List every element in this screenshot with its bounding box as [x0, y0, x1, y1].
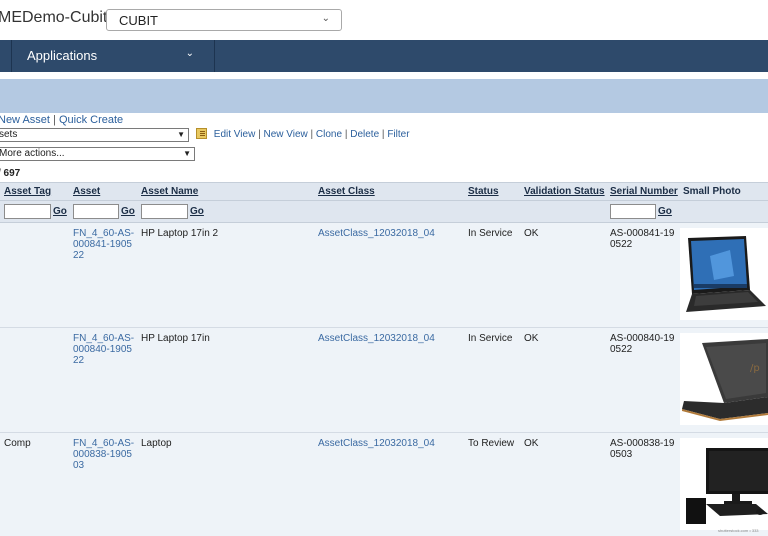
record-count: / 697 — [0, 168, 21, 179]
asset-go-button[interactable]: Go — [121, 206, 135, 217]
col-validation-status[interactable]: Validation Status — [524, 186, 605, 197]
applications-label: Applications — [27, 48, 98, 63]
desktop-computer-photo — [680, 438, 768, 530]
serial-number-cell: AS-000840-190522 — [610, 333, 675, 355]
view-links: Edit View | New View | Clone | Delete | … — [196, 128, 410, 140]
asset-class-link[interactable]: AssetClass_12032018_04 — [318, 333, 435, 344]
asset-name-go-button[interactable]: Go — [190, 206, 204, 217]
filter-link[interactable]: Filter — [387, 129, 409, 140]
asset-name-cell: HP Laptop 17in 2 — [141, 228, 219, 239]
serial-number-cell: AS-000838-190503 — [610, 438, 675, 460]
validation-status-cell: OK — [524, 228, 539, 239]
top-bar: MEDemo-Cubit CUBIT ⌄ — [0, 0, 768, 40]
filter-row: Go Go Go Go — [0, 201, 768, 223]
serial-number-go-button[interactable]: Go — [658, 206, 672, 217]
validation-status-cell: OK — [524, 438, 539, 449]
table-row[interactable]: Comp FN_4_60-AS-000838-190503 Laptop Ass… — [0, 433, 768, 536]
view-select[interactable]: sets ▼ — [0, 128, 189, 142]
status-cell: To Review — [468, 438, 515, 449]
chevron-down-icon: ⌄ — [321, 13, 330, 24]
asset-class-link[interactable]: AssetClass_12032018_04 — [318, 228, 435, 239]
quick-create-link[interactable]: Quick Create — [59, 114, 123, 126]
clone-link[interactable]: Clone — [316, 129, 342, 140]
company-select[interactable]: CUBIT ⌄ — [106, 9, 342, 31]
asset-link[interactable]: FN_4_60-AS-000840-190522 — [73, 333, 135, 366]
company-select-value: CUBIT — [119, 13, 158, 28]
asset-name-cell: Laptop — [141, 438, 172, 449]
svg-text:/p: /p — [750, 363, 760, 374]
more-actions-value: More actions... — [0, 148, 65, 159]
asset-name-filter-input[interactable] — [141, 204, 188, 219]
grid-header: Asset Tag Asset Asset Name Asset Class S… — [0, 182, 768, 201]
asset-name-cell: HP Laptop 17in — [141, 333, 210, 344]
table-row[interactable]: FN_4_60-AS-000841-190522 HP Laptop 17in … — [0, 223, 768, 328]
view-select-value: sets — [0, 129, 18, 140]
edit-view-icon[interactable] — [196, 128, 207, 139]
edit-view-link[interactable]: Edit View — [214, 129, 256, 140]
status-cell: In Service — [468, 333, 513, 344]
more-actions-select[interactable]: More actions... ▼ — [0, 147, 195, 161]
col-status[interactable]: Status — [468, 186, 499, 197]
asset-tag-go-button[interactable]: Go — [53, 206, 67, 217]
serial-number-filter-input[interactable] — [610, 204, 656, 219]
asset-tag-cell: Comp — [4, 438, 31, 449]
app-title: MEDemo-Cubit — [0, 9, 108, 26]
col-asset[interactable]: Asset — [73, 186, 100, 197]
status-cell: In Service — [468, 228, 513, 239]
page-header-band — [0, 79, 768, 113]
chevron-down-icon: ⌄ — [185, 48, 194, 59]
laptop-open-photo: /p — [680, 333, 768, 425]
nav-left-segment[interactable] — [0, 40, 12, 72]
main-nav: Applications ⌄ — [0, 40, 768, 72]
validation-status-cell: OK — [524, 333, 539, 344]
asset-link[interactable]: FN_4_60-AS-000838-190503 — [73, 438, 135, 471]
applications-menu[interactable]: Applications ⌄ — [13, 40, 215, 72]
laptop-front-photo — [680, 228, 768, 320]
table-row[interactable]: FN_4_60-AS-000840-190522 HP Laptop 17in … — [0, 328, 768, 433]
photo-credit: shutterstock.com • 333 — [718, 528, 759, 533]
serial-number-cell: AS-000841-190522 — [610, 228, 675, 250]
asset-tag-filter-input[interactable] — [4, 204, 51, 219]
col-asset-name[interactable]: Asset Name — [141, 186, 198, 197]
asset-class-link[interactable]: AssetClass_12032018_04 — [318, 438, 435, 449]
asset-link[interactable]: FN_4_60-AS-000841-190522 — [73, 228, 135, 261]
asset-filter-input[interactable] — [73, 204, 119, 219]
new-view-link[interactable]: New View — [263, 129, 307, 140]
col-asset-class[interactable]: Asset Class — [318, 186, 375, 197]
col-small-photo: Small Photo — [683, 186, 741, 197]
col-serial-number[interactable]: Serial Number — [610, 186, 678, 197]
new-asset-link[interactable]: New Asset — [0, 114, 50, 126]
col-asset-tag[interactable]: Asset Tag — [4, 186, 51, 197]
dropdown-arrow-icon: ▼ — [177, 130, 185, 139]
create-links: New Asset | Quick Create — [0, 114, 124, 126]
delete-link[interactable]: Delete — [350, 129, 379, 140]
dropdown-arrow-icon: ▼ — [183, 149, 191, 158]
